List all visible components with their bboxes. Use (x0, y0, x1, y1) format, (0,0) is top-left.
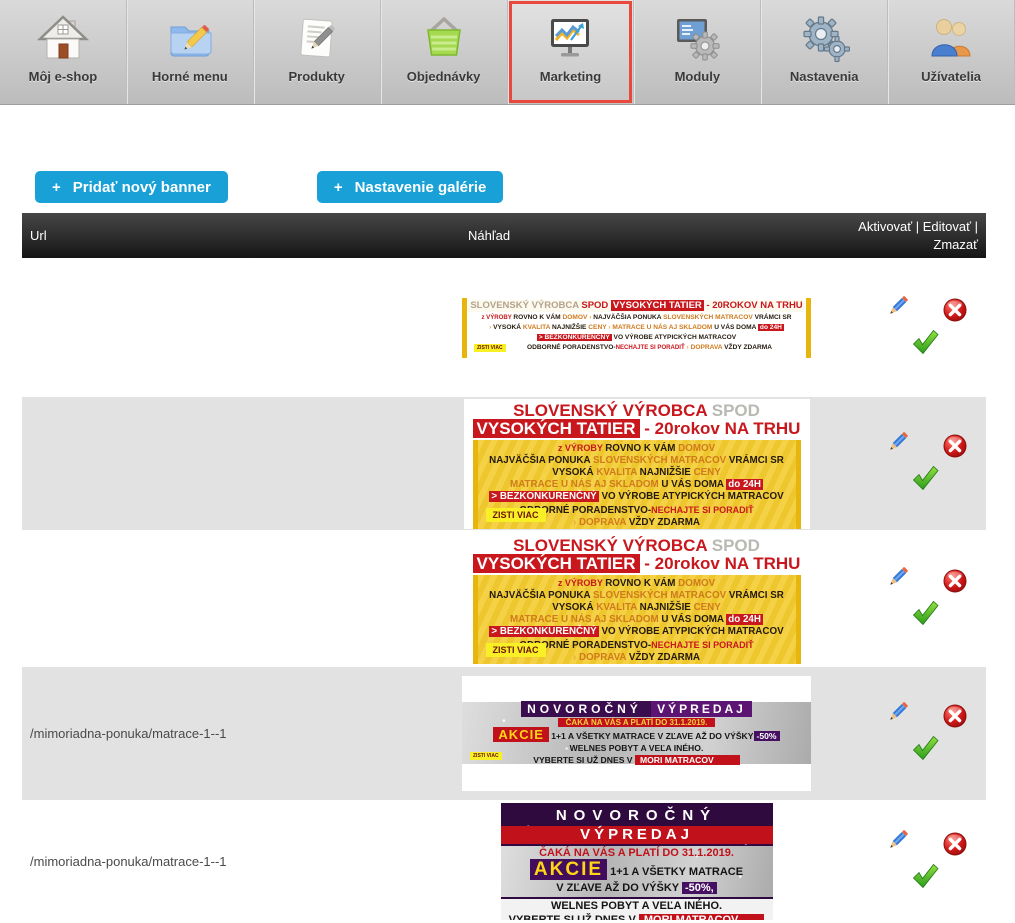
row-actions (873, 296, 973, 360)
nav-item-moj-eshop[interactable]: Môj e-shop (0, 0, 127, 104)
column-header-actions: Aktivovať | Editovať | Zmazať (811, 218, 986, 254)
delete-icon[interactable] (943, 569, 967, 598)
plus-icon: + (52, 179, 61, 196)
nav-label: Nastavenia (790, 69, 859, 84)
check-icon[interactable] (911, 328, 939, 361)
row-actions (873, 432, 973, 496)
table-row: SLOVENSKÝ VÝROBCA SPODVYSOKÝCH TATIER - … (22, 397, 986, 530)
users-icon (925, 7, 977, 69)
monitor-chart-icon (544, 7, 596, 69)
table-row: SLOVENSKÝ VÝROBCA SPOD VYSOKÝCH TATIER -… (22, 258, 986, 397)
add-banner-label: Pridať nový banner (73, 179, 211, 196)
note-pencil-icon (291, 7, 343, 69)
home-icon (37, 7, 89, 69)
nav-item-nastavenia[interactable]: Nastavenia (761, 0, 888, 104)
folder-pencil-icon (164, 7, 216, 69)
pencil-icon[interactable] (883, 702, 909, 733)
pencil-icon[interactable] (883, 830, 909, 861)
monitor-gear-icon (671, 7, 723, 69)
nav-label: Horné menu (152, 69, 228, 84)
banner-preview: NOVOROČNÝ VÝPREDAJČAKÁ NA VÁS A PLATÍ DO… (462, 676, 811, 791)
delete-icon[interactable] (943, 704, 967, 733)
pencil-icon[interactable] (883, 567, 909, 598)
table-row: /mimoriadna-ponuka/matrace-1--1 NOVOROČN… (22, 800, 986, 923)
banner-toolbar: + Pridať nový banner + Nastavenie galéri… (35, 171, 1015, 203)
nav-label: Môj e-shop (29, 69, 98, 84)
basket-icon (418, 7, 470, 69)
table-row: SLOVENSKÝ VÝROBCA SPODVYSOKÝCH TATIER - … (22, 530, 986, 667)
check-icon[interactable] (911, 464, 939, 497)
pencil-icon[interactable] (883, 432, 909, 463)
delete-icon[interactable] (943, 832, 967, 861)
banner-url: /mimoriadna-ponuka/matrace-1--1 (22, 726, 462, 741)
nav-item-marketing[interactable]: Marketing (508, 0, 635, 104)
delete-icon[interactable] (943, 434, 967, 463)
banner-url: /mimoriadna-ponuka/matrace-1--1 (22, 854, 462, 869)
top-navigation: Môj e-shop Horné menu (0, 0, 1015, 105)
nav-item-horne-menu[interactable]: Horné menu (127, 0, 254, 104)
column-header-preview: Náhľad (462, 228, 811, 243)
pencil-icon[interactable] (883, 296, 909, 327)
nav-label: Produkty (289, 69, 345, 84)
banner-table: Url Náhľad Aktivovať | Editovať | Zmazať… (22, 213, 986, 923)
row-actions (873, 830, 973, 894)
banner-preview: SLOVENSKÝ VÝROBCA SPODVYSOKÝCH TATIER - … (464, 534, 810, 664)
gallery-settings-button[interactable]: + Nastavenie galérie (317, 171, 504, 203)
nav-label: Marketing (540, 69, 601, 84)
add-banner-button[interactable]: + Pridať nový banner (35, 171, 228, 203)
banner-preview: NOVOROČNÝVÝPREDAJČAKÁ NA VÁS A PLATÍ DO … (501, 803, 773, 920)
banner-preview: SLOVENSKÝ VÝROBCA SPODVYSOKÝCH TATIER - … (464, 399, 810, 529)
row-actions (873, 567, 973, 631)
nav-label: Objednávky (407, 69, 481, 84)
zisti-viac-chip: ZISTI VIAC (474, 344, 506, 352)
zisti-viac-chip: ZISTI VIAC (486, 508, 546, 522)
nav-item-objednavky[interactable]: Objednávky (381, 0, 508, 104)
gears-icon (798, 7, 850, 69)
check-icon[interactable] (911, 862, 939, 895)
zisti-viac-chip: ZISTI VIAC (470, 752, 502, 760)
nav-label: Užívatelia (921, 69, 981, 84)
row-actions (873, 702, 973, 766)
column-header-url: Url (22, 228, 462, 243)
check-icon[interactable] (911, 599, 939, 632)
check-icon[interactable] (911, 734, 939, 767)
table-row: /mimoriadna-ponuka/matrace-1--1 NOVOROČN… (22, 667, 986, 800)
nav-label: Moduly (675, 69, 721, 84)
zisti-viac-chip: ZISTI VIAC (486, 643, 546, 657)
plus-icon: + (334, 179, 343, 196)
gallery-settings-label: Nastavenie galérie (355, 179, 487, 196)
table-header: Url Náhľad Aktivovať | Editovať | Zmazať (22, 213, 986, 258)
nav-item-moduly[interactable]: Moduly (634, 0, 761, 104)
banner-preview: SLOVENSKÝ VÝROBCA SPOD VYSOKÝCH TATIER -… (462, 298, 811, 358)
nav-item-uzivatelia[interactable]: Užívatelia (888, 0, 1015, 104)
nav-item-produkty[interactable]: Produkty (254, 0, 381, 104)
delete-icon[interactable] (943, 298, 967, 327)
